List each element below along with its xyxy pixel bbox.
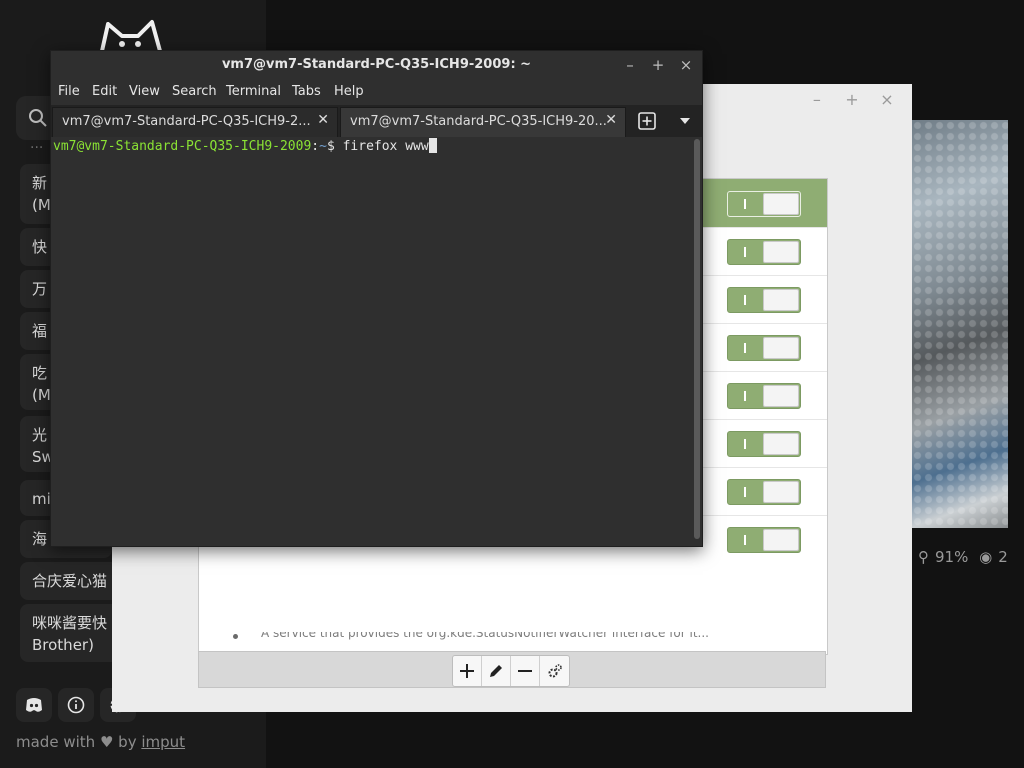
configure-button[interactable] xyxy=(540,656,569,686)
terminal-title: vm7@vm7-Standard-PC-Q35-ICH9-2009: ~ xyxy=(221,57,532,72)
terminal-tab-2[interactable]: vm7@vm7-Standard-PC-Q35-ICH9-20... ✕ xyxy=(340,107,626,137)
bullet-icon xyxy=(233,634,238,639)
dialog-minimize-button[interactable]: – xyxy=(806,90,828,109)
dialog-maximize-button[interactable]: + xyxy=(841,90,863,109)
startup-toggle[interactable] xyxy=(727,335,801,361)
info-button[interactable] xyxy=(58,688,94,722)
view-count: 2 xyxy=(998,548,1008,566)
prompt-separator: : xyxy=(311,139,320,154)
terminal-minimize-button[interactable]: – xyxy=(619,54,641,76)
add-icon xyxy=(460,664,474,678)
tab-label: vm7@vm7-Standard-PC-Q35-ICH9-2... xyxy=(62,114,311,129)
discord-icon xyxy=(26,698,42,712)
menu-tabs[interactable]: Tabs xyxy=(292,84,321,99)
menu-search[interactable]: Search xyxy=(172,84,217,99)
scrollbar-thumb[interactable] xyxy=(694,139,700,539)
footer-credit: made with ♥ by imput xyxy=(16,733,185,751)
startup-toggle[interactable] xyxy=(727,527,801,553)
menu-file[interactable]: File xyxy=(58,84,80,99)
menu-help[interactable]: Help xyxy=(334,84,364,99)
cat-photo-preview[interactable] xyxy=(912,120,1008,528)
toolbar-button-group xyxy=(452,655,570,687)
text-cursor xyxy=(428,138,437,153)
terminal-scrollbar[interactable] xyxy=(694,139,700,539)
startup-toggle[interactable] xyxy=(727,239,801,265)
prompt-line: vm7@vm7-Standard-PC-Q35-ICH9-2009:~$ fir… xyxy=(53,138,437,154)
startup-toggle[interactable] xyxy=(727,383,801,409)
cat-logo xyxy=(100,20,162,52)
startup-toggle[interactable] xyxy=(727,431,801,457)
made-with-text: made with xyxy=(16,733,96,751)
close-tab-icon[interactable]: ✕ xyxy=(317,112,329,128)
percent-value: 91% xyxy=(935,548,969,566)
menu-view[interactable]: View xyxy=(129,84,160,99)
search-hint: ... xyxy=(30,136,44,152)
terminal-window: vm7@vm7-Standard-PC-Q35-ICH9-2009: ~ – +… xyxy=(50,50,703,547)
dialog-close-button[interactable]: × xyxy=(876,90,898,109)
dialog-toolbar xyxy=(198,651,826,688)
info-icon xyxy=(67,696,85,714)
configure-icon xyxy=(548,664,562,678)
menu-terminal[interactable]: Terminal xyxy=(226,84,281,99)
imput-link[interactable]: imput xyxy=(141,733,185,751)
startup-toggle[interactable] xyxy=(727,191,801,217)
terminal-output[interactable]: vm7@vm7-Standard-PC-Q35-ICH9-2009:~$ fir… xyxy=(51,137,702,546)
remove-button[interactable] xyxy=(511,656,540,686)
eye-icon: ◉ xyxy=(979,548,993,566)
close-tab-icon[interactable]: ✕ xyxy=(605,112,617,128)
startup-toggle[interactable] xyxy=(727,287,801,313)
heart-icon: ♥ xyxy=(99,733,114,751)
startup-description: A service that provides the org.kde.Stat… xyxy=(261,626,709,640)
percent-icon: ⚲ xyxy=(918,548,929,566)
chevron-down-icon[interactable] xyxy=(677,113,693,129)
remove-icon xyxy=(518,670,532,672)
prompt-path: ~ xyxy=(319,139,327,154)
dialog-window-controls: – + × xyxy=(806,90,898,109)
edit-button[interactable] xyxy=(482,656,511,686)
prompt-symbol: $ xyxy=(326,139,335,154)
image-stats: ⚲ 91% ◉ 2 xyxy=(918,548,1014,566)
terminal-menubar: File Edit View Search Terminal Tabs Help xyxy=(51,79,702,105)
startup-toggle[interactable] xyxy=(727,479,801,505)
menu-edit[interactable]: Edit xyxy=(92,84,117,99)
typed-command: firefox www xyxy=(342,139,429,154)
new-tab-icon[interactable] xyxy=(637,111,657,131)
prompt-user-host: vm7@vm7-Standard-PC-Q35-ICH9-2009 xyxy=(53,139,312,154)
add-button[interactable] xyxy=(453,656,482,686)
tab-label: vm7@vm7-Standard-PC-Q35-ICH9-20... xyxy=(350,114,607,129)
by-text: by xyxy=(118,733,137,751)
terminal-titlebar[interactable]: vm7@vm7-Standard-PC-Q35-ICH9-2009: ~ – +… xyxy=(51,51,702,79)
terminal-maximize-button[interactable]: + xyxy=(647,54,669,76)
terminal-tabbar: vm7@vm7-Standard-PC-Q35-ICH9-2... ✕ vm7@… xyxy=(51,105,702,137)
terminal-tab-1[interactable]: vm7@vm7-Standard-PC-Q35-ICH9-2... ✕ xyxy=(52,107,338,137)
discord-button[interactable] xyxy=(16,688,52,722)
terminal-close-button[interactable]: × xyxy=(675,54,697,76)
search-icon xyxy=(29,109,47,127)
edit-icon xyxy=(490,665,502,677)
